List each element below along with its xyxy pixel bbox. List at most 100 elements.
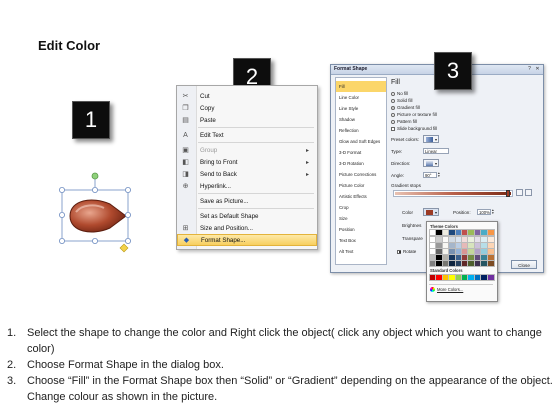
theme-color-swatch[interactable] [435, 229, 444, 236]
category-shadow[interactable]: Shadow [336, 114, 386, 125]
theme-color-swatch[interactable] [480, 254, 489, 261]
preset-colors-button[interactable]: ▾ [423, 135, 439, 143]
category-size[interactable]: Size [336, 213, 386, 224]
theme-color-swatch[interactable] [454, 229, 463, 236]
more-colors-item[interactable]: More Colors... [430, 287, 463, 292]
theme-color-swatch[interactable] [473, 254, 482, 261]
menu-item-edit-text[interactable]: A Edit Text [177, 129, 317, 141]
selected-shape[interactable] [52, 170, 136, 260]
theme-color-swatch[interactable] [429, 229, 437, 236]
theme-color-swatch[interactable] [461, 248, 469, 255]
standard-color-swatch[interactable] [486, 274, 495, 281]
standard-color-swatch[interactable] [473, 274, 482, 281]
theme-color-swatch[interactable] [448, 229, 457, 236]
category-text-box[interactable]: Text Box [336, 235, 386, 246]
theme-color-swatch[interactable] [454, 260, 463, 267]
gradient-stops-bar[interactable] [393, 190, 513, 197]
theme-color-swatch[interactable] [435, 236, 444, 243]
standard-color-swatch[interactable] [429, 274, 437, 281]
theme-color-swatch[interactable] [435, 254, 444, 261]
theme-color-swatch[interactable] [486, 254, 495, 261]
menu-item-format-shape[interactable]: ◆ Format Shape... [177, 234, 317, 246]
category-position[interactable]: Position [336, 224, 386, 235]
theme-color-swatch[interactable] [448, 242, 457, 249]
theme-color-swatch[interactable] [435, 242, 444, 249]
help-icon[interactable]: ? [526, 66, 533, 72]
category-reflection[interactable]: Reflection [336, 125, 386, 136]
theme-color-swatch[interactable] [435, 248, 444, 255]
solid-fill-radio[interactable]: Solid fill [391, 98, 413, 103]
menu-item-save-as-picture[interactable]: Save as Picture... [177, 195, 317, 207]
theme-color-swatch[interactable] [461, 242, 469, 249]
category-3d-rotation[interactable]: 3-D Rotation [336, 158, 386, 169]
position-spinner[interactable]: ▴ ▾ [492, 208, 494, 215]
theme-color-swatch[interactable] [448, 254, 457, 261]
theme-color-swatch[interactable] [441, 254, 450, 261]
theme-color-swatch[interactable] [461, 229, 469, 236]
standard-color-swatch[interactable] [480, 274, 489, 281]
theme-color-swatch[interactable] [448, 260, 457, 267]
theme-color-swatch[interactable] [473, 229, 482, 236]
theme-color-swatch[interactable] [461, 236, 469, 243]
theme-color-swatch[interactable] [467, 260, 476, 267]
color-picker-button[interactable]: ▾ [423, 208, 439, 216]
menu-item-hyperlink[interactable]: ⊕ Hyperlink... [177, 180, 317, 192]
standard-color-swatch[interactable] [435, 274, 444, 281]
menu-item-paste[interactable]: ▤ Paste [177, 114, 317, 126]
theme-color-swatch[interactable] [467, 242, 476, 249]
menu-item-bring-to-front[interactable]: ◧ Bring to Front ▸ [177, 156, 317, 168]
theme-color-swatch[interactable] [429, 236, 437, 243]
category-picture-color[interactable]: Picture Color [336, 180, 386, 191]
pattern-fill-radio[interactable]: Pattern fill [391, 119, 417, 124]
gradient-fill-radio[interactable]: Gradient fill [391, 105, 420, 110]
menu-item-cut[interactable]: ✂ Cut [177, 90, 317, 102]
theme-color-swatch[interactable] [429, 242, 437, 249]
gradient-stop-handle[interactable] [506, 190, 510, 197]
menu-item-send-to-back[interactable]: ◨ Send to Back ▸ [177, 168, 317, 180]
close-button[interactable]: Close [511, 260, 537, 269]
theme-color-swatch[interactable] [473, 248, 482, 255]
category-line-style[interactable]: Line Style [336, 103, 386, 114]
theme-color-swatch[interactable] [467, 254, 476, 261]
theme-color-swatch[interactable] [473, 242, 482, 249]
angle-spinner[interactable]: ▴ ▾ [438, 171, 440, 178]
theme-color-swatch[interactable] [441, 229, 450, 236]
theme-color-swatch[interactable] [454, 248, 463, 255]
standard-color-swatch[interactable] [448, 274, 457, 281]
theme-color-swatch[interactable] [480, 229, 489, 236]
menu-item-size-position[interactable]: ⊞ Size and Position... [177, 222, 317, 234]
theme-color-swatch[interactable] [486, 242, 495, 249]
theme-color-swatch[interactable] [441, 248, 450, 255]
theme-color-swatch[interactable] [467, 236, 476, 243]
theme-color-swatch[interactable] [454, 242, 463, 249]
no-fill-radio[interactable]: No fill [391, 91, 408, 96]
standard-color-swatch[interactable] [461, 274, 469, 281]
theme-color-swatch[interactable] [473, 236, 482, 243]
standard-color-swatch[interactable] [467, 274, 476, 281]
category-crop[interactable]: Crop [336, 202, 386, 213]
menu-item-set-default-shape[interactable]: Set as Default Shape [177, 210, 317, 222]
type-select[interactable]: Linear [423, 148, 449, 154]
theme-color-swatch[interactable] [454, 254, 463, 261]
category-artistic-effects[interactable]: Artistic Effects [336, 191, 386, 202]
theme-color-swatch[interactable] [473, 260, 482, 267]
theme-color-swatch[interactable] [441, 260, 450, 267]
standard-color-swatch[interactable] [454, 274, 463, 281]
theme-color-swatch[interactable] [486, 229, 495, 236]
rotate-with-shape-checkbox[interactable]: Rotate [397, 249, 416, 254]
category-glow[interactable]: Glow and Soft Edges [336, 136, 386, 147]
theme-color-swatch[interactable] [448, 236, 457, 243]
remove-stop-icon[interactable] [525, 189, 532, 196]
picture-fill-radio[interactable]: Picture or texture fill [391, 112, 437, 117]
theme-color-swatch[interactable] [486, 260, 495, 267]
theme-color-swatch[interactable] [480, 260, 489, 267]
standard-color-swatch[interactable] [441, 274, 450, 281]
add-stop-icon[interactable] [516, 189, 523, 196]
theme-color-swatch[interactable] [441, 242, 450, 249]
category-picture-corrections[interactable]: Picture Corrections [336, 169, 386, 180]
theme-color-swatch[interactable] [448, 248, 457, 255]
menu-item-group[interactable]: ▣ Group ▸ [177, 144, 317, 156]
theme-color-swatch[interactable] [486, 248, 495, 255]
theme-color-swatch[interactable] [441, 236, 450, 243]
position-input[interactable]: 100% [477, 209, 491, 215]
